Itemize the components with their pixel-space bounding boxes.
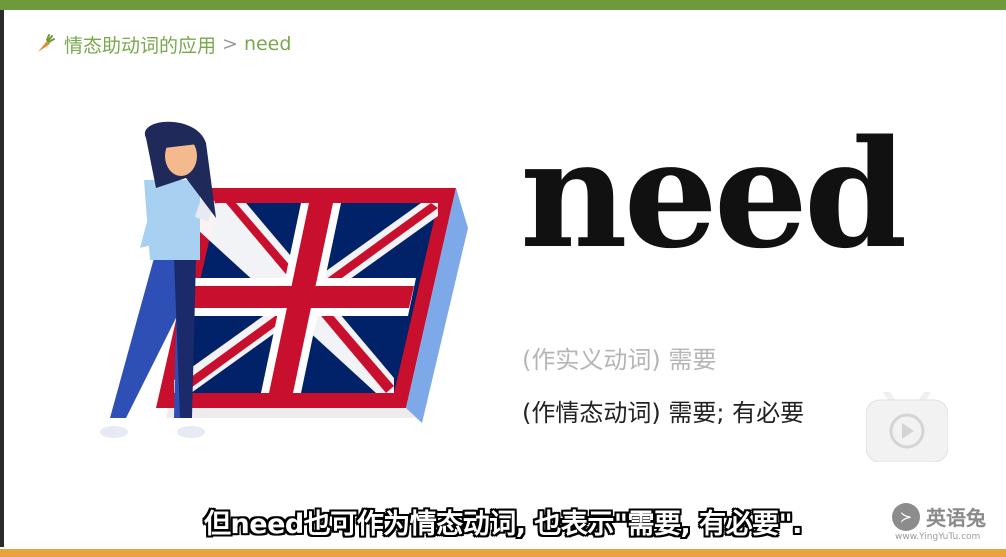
- breadcrumb-separator: >: [222, 33, 238, 55]
- breadcrumb-section[interactable]: 情态助动词的应用: [64, 31, 216, 58]
- vocabulary-word: need: [520, 107, 907, 281]
- watermark-logo: ≻ 英语兔: [892, 502, 986, 531]
- modal-verb-meaning: (作情态动词) 需要; 有必要: [522, 399, 805, 427]
- lexical-verb-meaning: (作实义动词) 需要: [522, 346, 717, 374]
- watermark-brand: 英语兔: [926, 506, 986, 530]
- top-accent-bar: [0, 0, 1006, 10]
- rabbit-icon: ≻: [892, 502, 920, 531]
- video-subtitle: 但need也可作为情态动词, 也表示"需要, 有必要".: [204, 509, 802, 540]
- carrot-icon: [38, 34, 55, 52]
- girl-with-uk-flag-book-illustration: [100, 121, 468, 438]
- breadcrumb-current: need: [243, 33, 292, 55]
- breadcrumb: 情态助动词的应用 > need: [34, 30, 291, 58]
- play-button[interactable]: [866, 392, 948, 462]
- bottom-accent-bar: [0, 549, 1006, 557]
- left-window-edge: [0, 10, 4, 547]
- watermark-url: www.YingYuTu.com: [895, 532, 981, 542]
